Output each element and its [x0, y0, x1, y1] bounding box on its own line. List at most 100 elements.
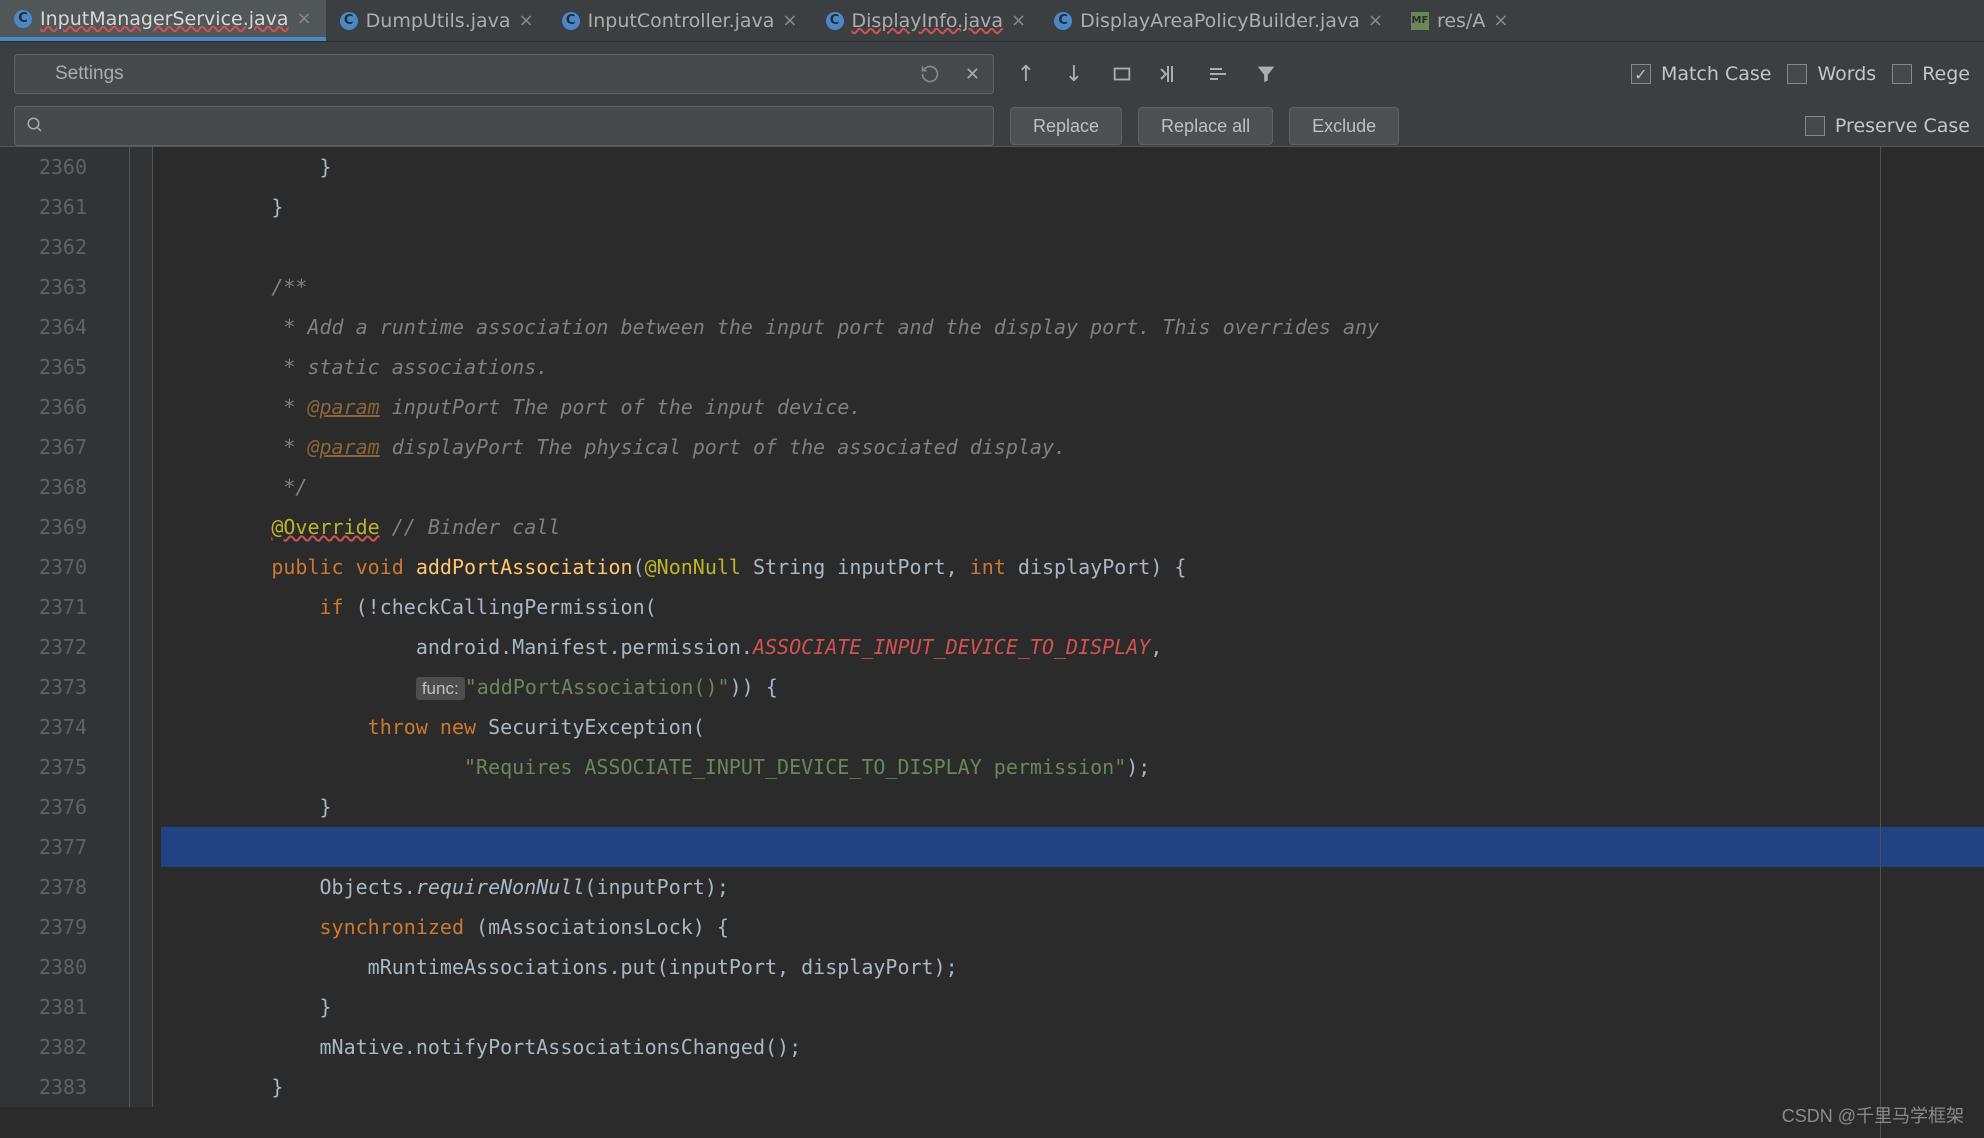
editor-tab[interactable]: CInputController.java×	[548, 0, 812, 41]
toggle-selection-icon[interactable]	[1202, 58, 1234, 90]
fold-marker[interactable]	[105, 1067, 152, 1107]
fold-marker[interactable]	[105, 587, 152, 627]
fold-marker[interactable]	[105, 867, 152, 907]
line-number: 2372	[0, 627, 87, 667]
checkbox-icon	[1892, 64, 1912, 84]
line-number: 2380	[0, 947, 87, 987]
close-tab-icon[interactable]: ×	[297, 8, 312, 29]
fold-marker[interactable]	[105, 467, 152, 507]
fold-marker[interactable]	[105, 667, 152, 707]
code-line[interactable]: }	[161, 147, 1984, 187]
code-line[interactable]	[161, 827, 1984, 867]
fold-marker[interactable]	[105, 747, 152, 787]
fold-marker[interactable]	[105, 547, 152, 587]
fold-marker[interactable]	[105, 147, 152, 187]
line-number: 2364	[0, 307, 87, 347]
line-number-gutter: 2360236123622363236423652366236723682369…	[0, 147, 105, 1107]
line-number: 2362	[0, 227, 87, 267]
line-number: 2363	[0, 267, 87, 307]
editor-tab[interactable]: CDisplayAreaPolicyBuilder.java×	[1040, 0, 1397, 41]
fold-marker[interactable]	[105, 267, 152, 307]
close-icon[interactable]: ✕	[965, 64, 980, 85]
line-number: 2365	[0, 347, 87, 387]
replace-input[interactable]	[14, 106, 994, 146]
code-area[interactable]: } } /** * Add a runtime association betw…	[153, 147, 1984, 1107]
fold-gutter[interactable]	[105, 147, 153, 1107]
filter-icon[interactable]	[1250, 58, 1282, 90]
fold-marker[interactable]	[105, 1027, 152, 1067]
code-line[interactable]: @Override // Binder call	[161, 507, 1984, 547]
code-line[interactable]: }	[161, 787, 1984, 827]
history-icon[interactable]	[920, 64, 940, 89]
code-line[interactable]: synchronized (mAssociationsLock) {	[161, 907, 1984, 947]
code-line[interactable]: func:"addPortAssociation()")) {	[161, 667, 1984, 707]
fold-marker[interactable]	[105, 307, 152, 347]
fold-marker[interactable]	[105, 907, 152, 947]
code-line[interactable]: * Add a runtime association between the …	[161, 307, 1984, 347]
fold-marker[interactable]	[105, 387, 152, 427]
words-checkbox[interactable]: Words	[1787, 63, 1876, 85]
editor-tabs: CInputManagerService.java×C DumpUtils.jav…	[0, 0, 1984, 42]
code-line[interactable]: throw new SecurityException(	[161, 707, 1984, 747]
line-number: 2369	[0, 507, 87, 547]
fold-marker[interactable]	[105, 507, 152, 547]
search-input[interactable]	[14, 54, 994, 94]
close-tab-icon[interactable]: ×	[1011, 10, 1026, 31]
fold-marker[interactable]	[105, 707, 152, 747]
add-selection-icon[interactable]	[1154, 58, 1186, 90]
code-line[interactable]: if (!checkCallingPermission(	[161, 587, 1984, 627]
editor-tab[interactable]: CDumpUtils.java×	[326, 0, 548, 41]
editor-tab[interactable]: CDisplayInfo.java×	[812, 0, 1041, 41]
regex-checkbox[interactable]: Rege	[1892, 63, 1970, 85]
fold-marker[interactable]	[105, 347, 152, 387]
code-line[interactable]: "Requires ASSOCIATE_INPUT_DEVICE_TO_DISP…	[161, 747, 1984, 787]
select-all-icon[interactable]	[1106, 58, 1138, 90]
fold-marker[interactable]	[105, 987, 152, 1027]
code-line[interactable]: }	[161, 187, 1984, 227]
code-line[interactable]: android.Manifest.permission.ASSOCIATE_IN…	[161, 627, 1984, 667]
match-case-label: Match Case	[1661, 63, 1772, 85]
replace-button[interactable]: Replace	[1010, 107, 1122, 145]
fold-marker[interactable]	[105, 787, 152, 827]
code-line[interactable]: * @param inputPort The port of the input…	[161, 387, 1984, 427]
fold-marker[interactable]	[105, 827, 152, 867]
fold-marker[interactable]	[105, 627, 152, 667]
code-line[interactable]: }	[161, 1067, 1984, 1107]
close-tab-icon[interactable]: ×	[782, 10, 797, 31]
editor-tab[interactable]: CInputManagerService.java×	[0, 0, 326, 41]
close-tab-icon[interactable]: ×	[1493, 10, 1508, 31]
code-line[interactable]: public void addPortAssociation(@NonNull …	[161, 547, 1984, 587]
line-number: 2371	[0, 587, 87, 627]
code-line[interactable]: }	[161, 987, 1984, 1027]
fold-marker[interactable]	[105, 947, 152, 987]
fold-marker[interactable]	[105, 227, 152, 267]
replace-all-button[interactable]: Replace all	[1138, 107, 1273, 145]
line-number: 2376	[0, 787, 87, 827]
code-line[interactable]: mNative.notifyPortAssociationsChanged();	[161, 1027, 1984, 1067]
fold-marker[interactable]	[105, 427, 152, 467]
close-tab-icon[interactable]: ×	[1368, 10, 1383, 31]
fold-marker[interactable]	[105, 187, 152, 227]
code-line[interactable]: mRuntimeAssociations.put(inputPort, disp…	[161, 947, 1984, 987]
line-number: 2368	[0, 467, 87, 507]
next-match-icon[interactable]: ↓	[1058, 58, 1090, 90]
code-line[interactable]: */	[161, 467, 1984, 507]
line-number: 2377	[0, 827, 87, 867]
code-line[interactable]: * @param displayPort The physical port o…	[161, 427, 1984, 467]
code-line[interactable]: Objects.requireNonNull(inputPort);	[161, 867, 1984, 907]
code-editor[interactable]: 2360236123622363236423652366236723682369…	[0, 147, 1984, 1107]
match-case-checkbox[interactable]: Match Case	[1631, 63, 1772, 85]
code-line[interactable]: /**	[161, 267, 1984, 307]
line-number: 2383	[0, 1067, 87, 1107]
preserve-case-checkbox[interactable]: Preserve Case	[1805, 115, 1970, 137]
checkbox-icon	[1787, 64, 1807, 84]
tab-label: DumpUtils.java	[366, 10, 511, 32]
code-line[interactable]	[161, 227, 1984, 267]
code-line[interactable]: * static associations.	[161, 347, 1984, 387]
close-tab-icon[interactable]: ×	[519, 10, 534, 31]
exclude-button[interactable]: Exclude	[1289, 107, 1399, 145]
editor-tab[interactable]: MFres/A×	[1397, 0, 1522, 41]
class-file-icon: C	[14, 10, 32, 28]
watermark-text: CSDN @千里马学框架	[1782, 1102, 1964, 1128]
prev-match-icon[interactable]: ↑	[1010, 58, 1042, 90]
